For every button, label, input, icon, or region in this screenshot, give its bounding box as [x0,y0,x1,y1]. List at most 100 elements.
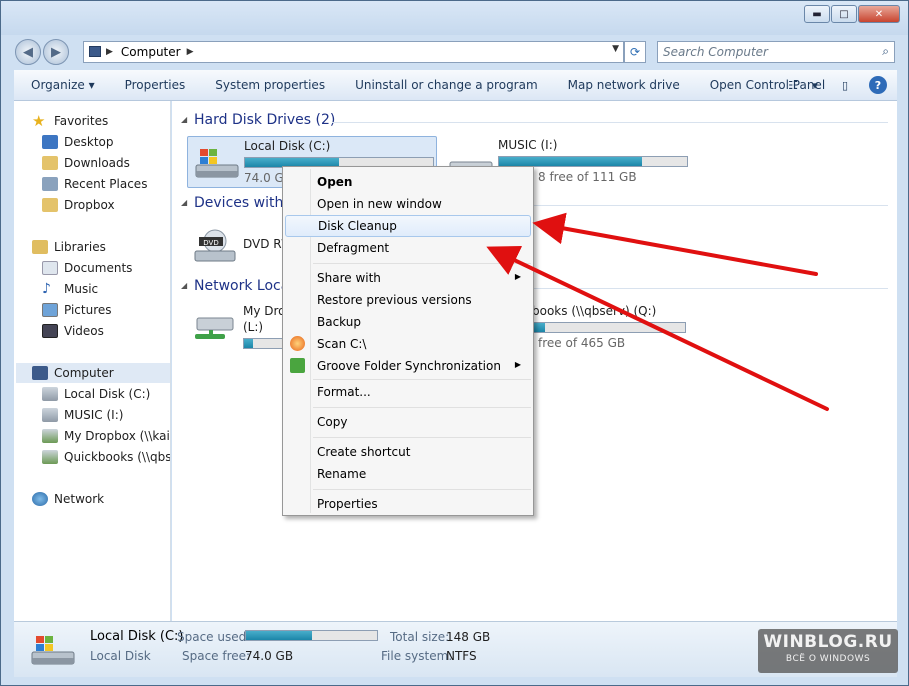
videos-icon [42,324,58,338]
windows-drive-icon [195,149,239,178]
sidebar-item-music-drive[interactable]: MUSIC (I:) [42,405,123,425]
drive-dvd-rw[interactable]: DVD DVD RW [187,219,293,271]
sidebar-item-network[interactable]: Network [32,489,104,509]
group-title-network[interactable]: Network Loca [194,278,289,294]
sidebar-item-label: MUSIC (I:) [64,408,124,422]
computer-icon [89,46,101,57]
recent-places-icon [42,177,58,191]
address-dropdown-icon[interactable]: ▼ [612,44,619,54]
group-collapse-icon[interactable]: ◢ [181,198,187,207]
menu-item-copy[interactable]: Copy [285,411,531,433]
downloads-folder-icon [42,156,58,170]
menu-separator [313,379,531,380]
context-menu: Open Open in new window Disk Cleanup Def… [282,166,534,516]
menu-item-label: Create shortcut [317,445,411,459]
help-icon[interactable]: ? [869,76,887,94]
drive-my-dropbox[interactable]: My Drop (L:) [187,302,297,354]
menu-item-disk-cleanup[interactable]: Disk Cleanup [285,215,531,237]
organize-button[interactable]: Organize ▾ [14,78,110,92]
group-divider [532,288,888,289]
group-collapse-icon[interactable]: ◢ [181,281,187,290]
navigation-bar: ◀ ▶ ▶ Computer ▶ ▼ ⟳ Search Computer ⌕ [1,37,908,69]
menu-separator [313,437,531,438]
menu-item-label: Backup [317,315,361,329]
sidebar-item-computer[interactable]: Computer [16,363,170,383]
menu-item-open-new-window[interactable]: Open in new window [285,193,531,215]
sidebar-item-documents[interactable]: Documents [42,258,132,278]
dvd-drive-icon: DVD [194,229,236,262]
uninstall-button[interactable]: Uninstall or change a program [340,78,553,92]
group-divider [532,205,888,206]
view-dropdown-icon[interactable]: ▾ [805,75,825,95]
sidebar-item-desktop[interactable]: Desktop [42,132,114,152]
menu-item-label: Copy [317,415,348,429]
sidebar-item-recent-places[interactable]: Recent Places [42,174,147,194]
menu-separator [313,489,531,490]
group-collapse-icon[interactable]: ◢ [181,115,187,124]
back-button[interactable]: ◀ [15,39,41,65]
sidebar-item-pictures[interactable]: Pictures [42,300,112,320]
drive-name: Local Disk (C:) [244,139,331,153]
group-title-hdd[interactable]: Hard Disk Drives (2) [194,112,335,128]
menu-item-open[interactable]: Open [285,171,531,193]
sidebar-item-local-disk[interactable]: Local Disk (C:) [42,384,150,404]
svg-text:DVD: DVD [203,239,218,247]
menu-item-restore-versions[interactable]: Restore previous versions [285,289,531,311]
menu-item-backup[interactable]: Backup [285,311,531,333]
groove-sync-icon [290,358,305,373]
menu-item-share-with[interactable]: Share with ▶ [285,267,531,289]
documents-icon [42,261,58,275]
details-name: Local Disk (C:) [90,629,184,644]
minimize-button[interactable]: ▬ [804,5,830,23]
sidebar-item-quickbooks[interactable]: Quickbooks (\\qbse [42,447,170,467]
map-network-drive-button[interactable]: Map network drive [553,78,695,92]
sidebar-item-label: Downloads [64,156,130,170]
sidebar-item-my-dropbox[interactable]: My Dropbox (\\kaisr [42,426,170,446]
sidebar-item-label: Videos [64,324,104,338]
command-bar: Organize ▾ Properties System properties … [14,70,897,101]
system-properties-button[interactable]: System properties [200,78,340,92]
sidebar-item-videos[interactable]: Videos [42,321,104,341]
menu-item-properties[interactable]: Properties [285,493,531,515]
network-icon [32,492,48,506]
menu-item-defragment[interactable]: Defragment [285,237,531,259]
menu-item-label: Disk Cleanup [318,219,397,233]
change-view-icon[interactable]: ☷ [783,75,803,95]
file-system-label: File system: [381,649,453,663]
navigation-pane: ★ Favorites Desktop Downloads Recent Pla… [14,101,171,621]
menu-item-scan[interactable]: Scan C:\ [285,333,531,355]
menu-item-rename[interactable]: Rename [285,463,531,485]
refresh-icon[interactable]: ⟳ [624,41,646,63]
sidebar-item-dropbox[interactable]: Dropbox [42,195,115,215]
drive-letter: (L:) [243,320,264,334]
search-icon[interactable]: ⌕ [882,44,889,59]
forward-button[interactable]: ▶ [43,39,69,65]
search-placeholder: Search Computer [663,45,768,59]
menu-item-groove-sync[interactable]: Groove Folder Synchronization ▶ [285,355,531,377]
sidebar-item-libraries[interactable]: Libraries [32,237,106,257]
preview-pane-icon[interactable]: ▯ [835,75,855,95]
properties-button[interactable]: Properties [110,78,201,92]
dropbox-folder-icon [42,198,58,212]
menu-item-label: Groove Folder Synchronization [317,359,501,373]
group-title-devices[interactable]: Devices with [194,195,283,211]
close-button[interactable]: ✕ [858,5,900,23]
breadcrumb-computer[interactable]: Computer [121,45,181,59]
search-input[interactable]: Search Computer ⌕ [657,41,895,63]
sidebar-item-music[interactable]: ♪ Music [42,279,98,299]
computer-icon [32,366,48,380]
menu-item-create-shortcut[interactable]: Create shortcut [285,441,531,463]
group-divider [332,122,888,123]
sidebar-item-label: Network [54,492,105,506]
drive-free-space: 8 free of 111 GB [538,170,637,184]
breadcrumb-separator-icon[interactable]: ▶ [106,47,113,57]
menu-item-label: Rename [317,467,367,481]
menu-item-format[interactable]: Format... [285,381,531,403]
breadcrumb-separator-icon[interactable]: ▶ [187,47,194,57]
address-bar[interactable]: ▶ Computer ▶ ▼ [83,41,624,63]
sidebar-item-favorites[interactable]: ★ Favorites [32,111,108,131]
space-free-label: Space free: [182,649,251,663]
sidebar-item-downloads[interactable]: Downloads [42,153,130,173]
libraries-icon [32,240,48,254]
maximize-button[interactable]: □ [831,5,857,23]
